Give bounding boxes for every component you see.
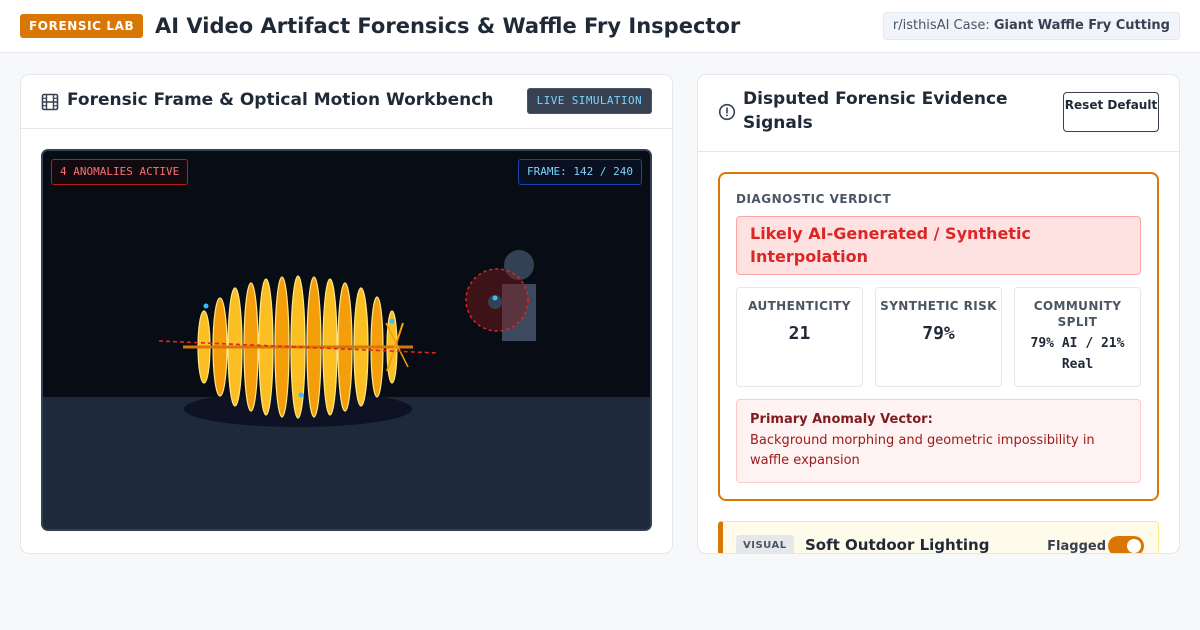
- app-title: AI Video Artifact Forensics & Waffle Fry…: [155, 14, 741, 38]
- ghost-artifact-dot: [492, 295, 498, 301]
- artifact-dot: [298, 392, 304, 398]
- film-icon: [41, 93, 59, 111]
- metric-label: AUTHENTICITY: [748, 299, 851, 313]
- anomaly-title: Primary Anomaly Vector:: [750, 412, 933, 427]
- evidence-title: Disputed Forensic Evidence Signals: [743, 89, 1008, 133]
- metric-value: 79%: [922, 323, 955, 344]
- evidence-card: Disputed Forensic Evidence Signals Reset…: [697, 74, 1180, 554]
- frame-counter: FRAME: 142 / 240: [518, 159, 642, 185]
- signal-row-soft-outdoor-lighting[interactable]: VISUAL Soft Outdoor Lighting Flagged: [718, 521, 1159, 554]
- metric-value: 79% AI / 21% Real: [1030, 336, 1125, 372]
- case-pill: r/isthisAI Case: Giant Waffle Fry Cuttin…: [882, 12, 1180, 40]
- metric-label: COMMUNITY SPLIT: [1033, 299, 1122, 329]
- signal-tag: VISUAL: [736, 535, 794, 553]
- evidence-header: Disputed Forensic Evidence Signals Reset…: [698, 75, 1179, 152]
- workbench-card: Forensic Frame & Optical Motion Workbenc…: [20, 74, 673, 554]
- video-stage[interactable]: 4 ANOMALIES ACTIVE FRAME: 142 / 240: [41, 149, 652, 531]
- signal-flag: Flagged: [1047, 539, 1106, 554]
- metric-label: SYNTHETIC RISK: [880, 299, 997, 313]
- metric-synthetic-risk: SYNTHETIC RISK 79%: [875, 287, 1002, 387]
- workbench-title: Forensic Frame & Optical Motion Workbenc…: [67, 90, 494, 110]
- diagnostic-verdict-panel: DIAGNOSTIC VERDICT Likely AI-Generated /…: [718, 172, 1159, 501]
- primary-anomaly-box: Primary Anomaly Vector: Background morph…: [736, 399, 1141, 483]
- anomaly-text: Background morphing and geometric imposs…: [750, 433, 1095, 468]
- case-name: Giant Waffle Fry Cutting: [993, 18, 1170, 33]
- metric-community-split: COMMUNITY SPLIT 79% AI / 21% Real: [1014, 287, 1141, 387]
- artifact-dot: [203, 303, 209, 309]
- verdict-text: Likely AI-Generated / Synthetic Interpol…: [736, 216, 1141, 275]
- metric-value: 21: [788, 323, 811, 344]
- signal-title: Soft Outdoor Lighting: [805, 536, 990, 554]
- live-simulation-badge: LIVE SIMULATION: [526, 88, 652, 114]
- anomalies-pill: 4 ANOMALIES ACTIVE: [51, 159, 189, 185]
- artifact-dot: [389, 318, 395, 324]
- signal-toggle[interactable]: [1108, 536, 1144, 553]
- forensic-lab-badge: FORENSIC LAB: [20, 14, 144, 38]
- info-circle-icon: [718, 103, 736, 121]
- top-bar: FORENSIC LAB AI Video Artifact Forensics…: [0, 0, 1200, 53]
- frame-canvas: [43, 151, 650, 529]
- workbench-header: Forensic Frame & Optical Motion Workbenc…: [21, 75, 672, 129]
- case-prefix: r/isthisAI Case:: [892, 18, 990, 33]
- reset-default-button[interactable]: Reset Default: [1063, 92, 1159, 132]
- verdict-label: DIAGNOSTIC VERDICT: [736, 192, 892, 206]
- metric-authenticity: AUTHENTICITY 21: [736, 287, 863, 387]
